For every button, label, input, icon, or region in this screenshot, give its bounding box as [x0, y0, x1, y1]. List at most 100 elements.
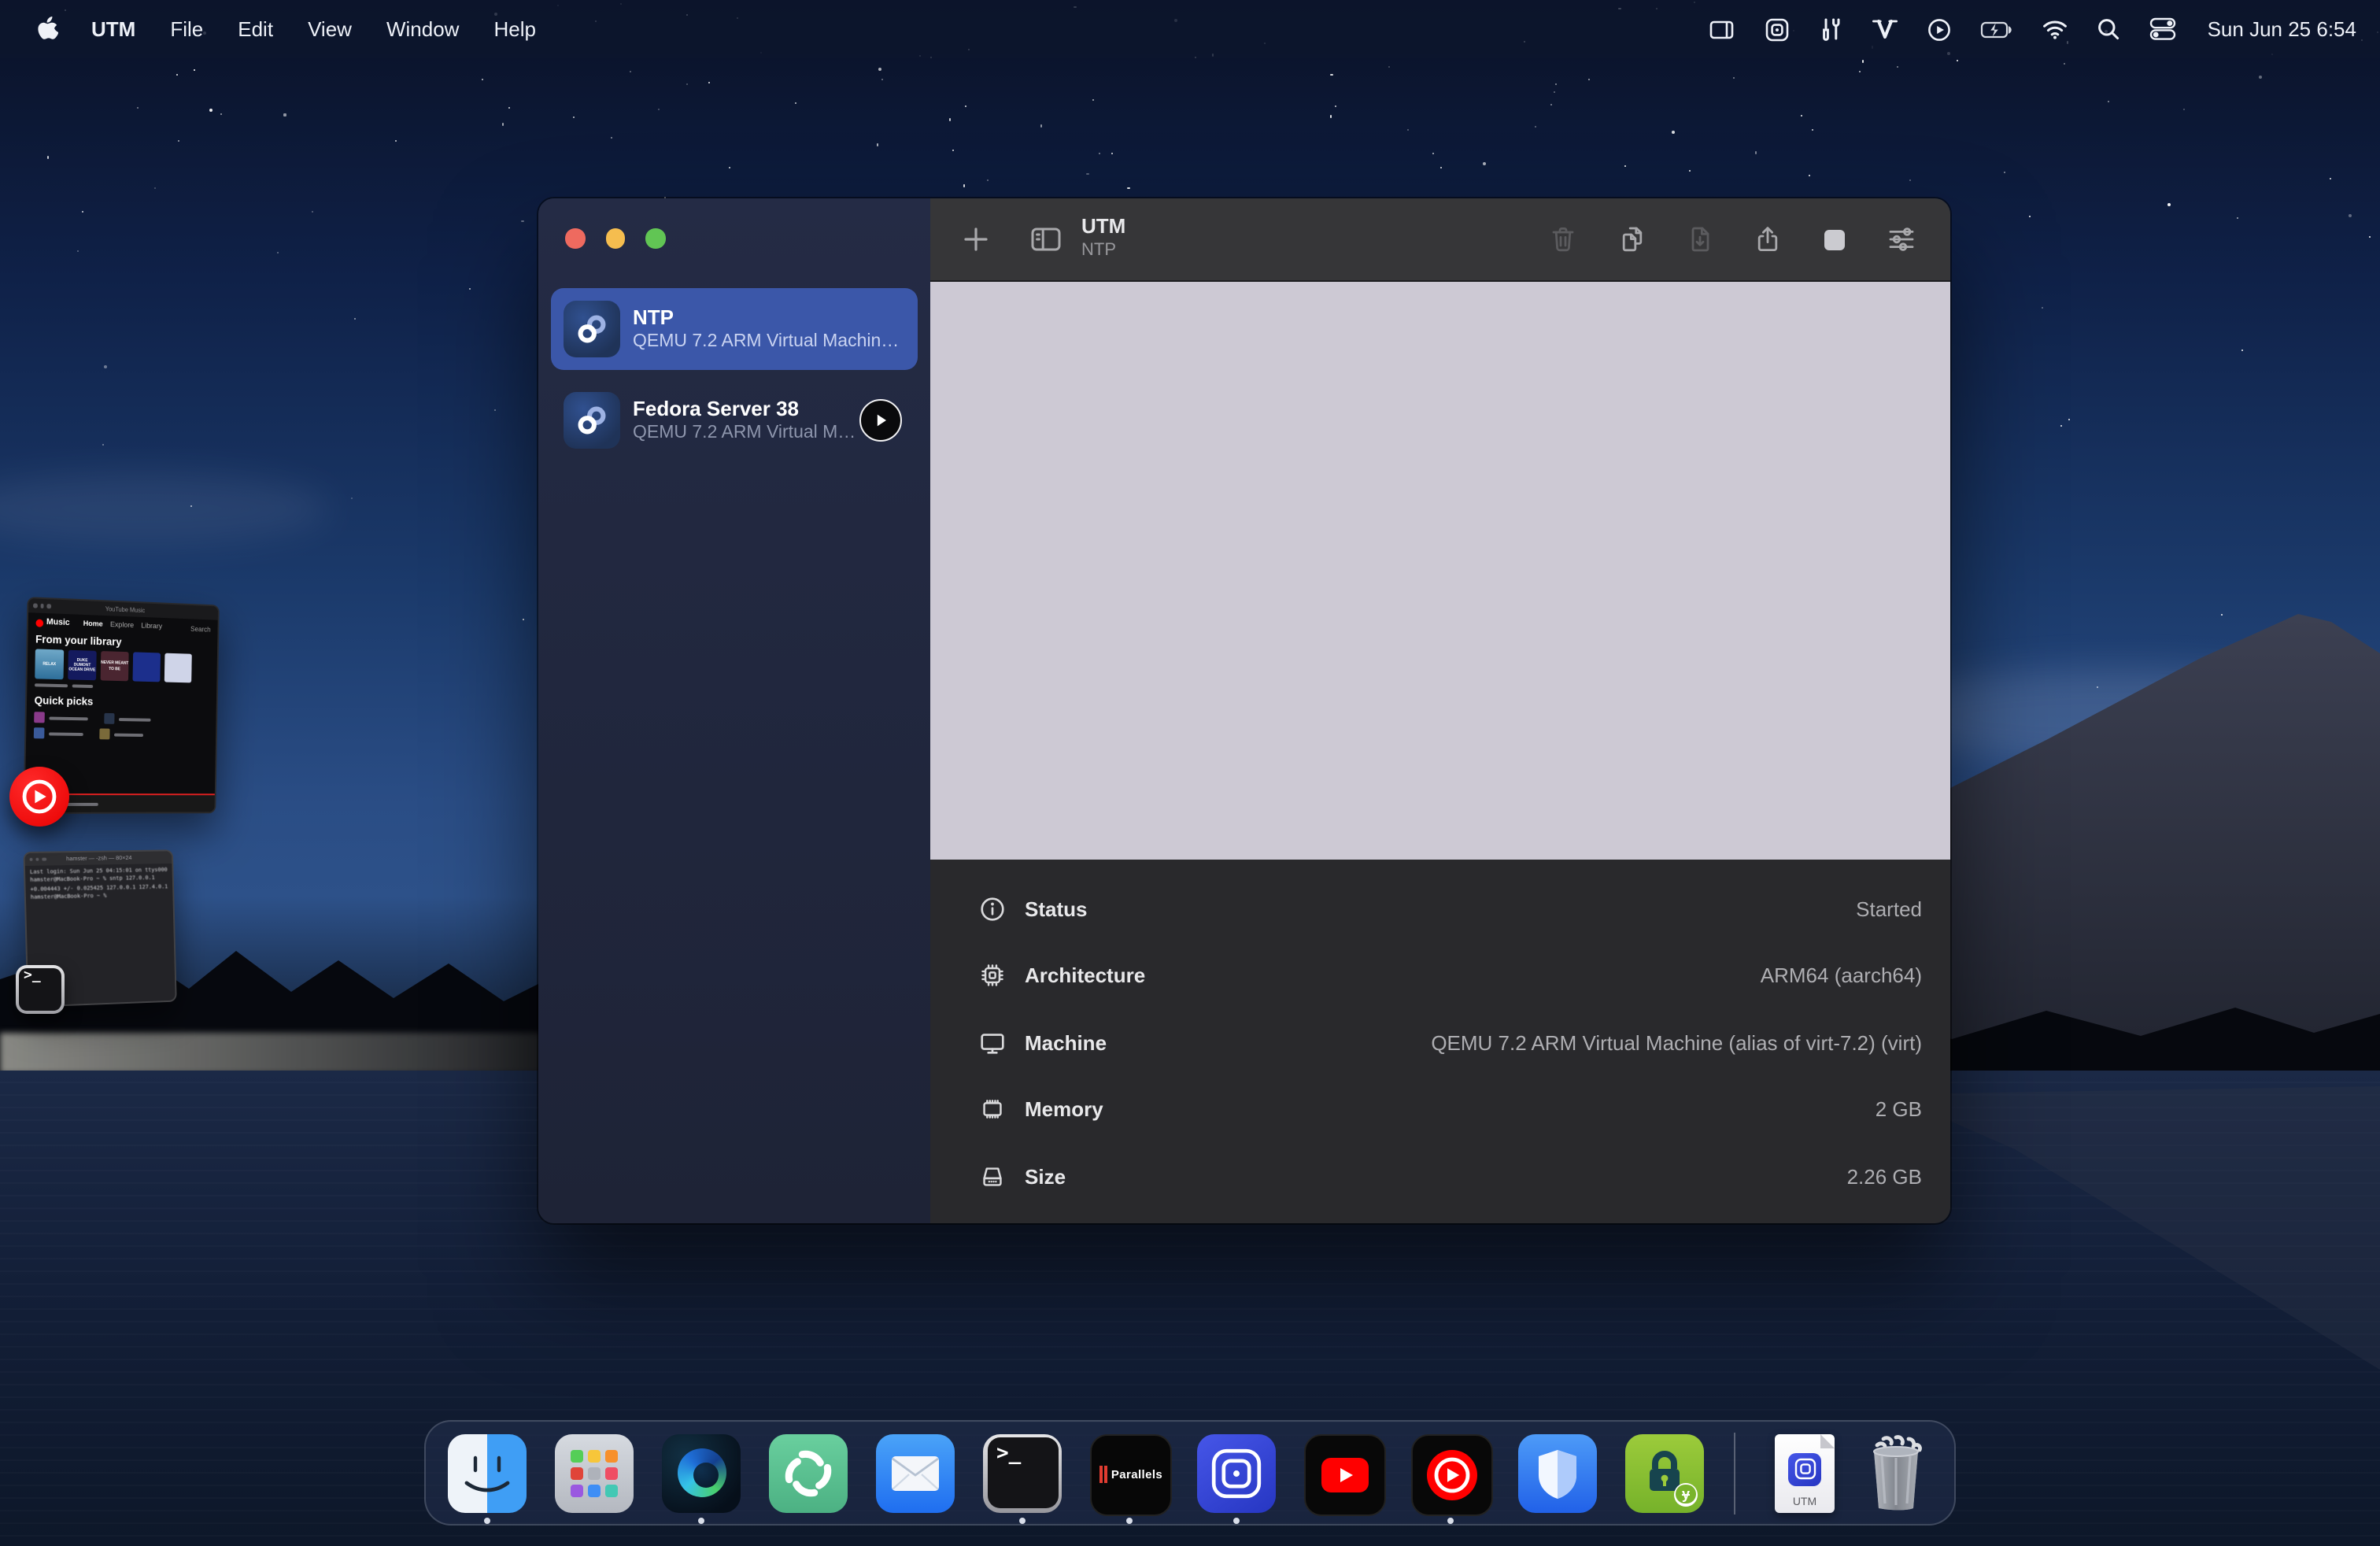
- menu-view[interactable]: View: [290, 0, 369, 58]
- v-app-status-icon[interactable]: [1858, 17, 1913, 41]
- lock-app-badge: y: [1674, 1482, 1698, 1506]
- menu-file[interactable]: File: [153, 0, 220, 58]
- detail-value: 2 GB: [1876, 1098, 1922, 1122]
- utm-window: NTP QEMU 7.2 ARM Virtual Machin… Fedora …: [538, 198, 1950, 1223]
- detail-row-status: Status Started: [976, 875, 1922, 942]
- fedora-logo-icon: [564, 392, 620, 449]
- menu-help[interactable]: Help: [476, 0, 553, 58]
- album-cover: [164, 653, 192, 683]
- info-icon: [976, 894, 1007, 924]
- dock-launchpad-icon[interactable]: [555, 1433, 634, 1512]
- play-circle-status-icon[interactable]: [1913, 17, 1967, 42]
- album-cover: DUKE DUMONT OCEAN DRIVE: [68, 650, 97, 681]
- youtube-music-badge-icon[interactable]: [9, 767, 69, 827]
- document-fold-corner: [1820, 1433, 1835, 1448]
- clone-vm-button[interactable]: [1604, 198, 1661, 280]
- vm-display-area[interactable]: [930, 282, 1950, 860]
- toggle-sidebar-button[interactable]: [1017, 198, 1074, 280]
- battery-charging-icon[interactable]: [1967, 20, 2028, 39]
- detail-label: Memory: [1025, 1098, 1103, 1122]
- dock-parallels-icon[interactable]: Parallels: [1090, 1433, 1169, 1512]
- start-vm-button[interactable]: [859, 399, 902, 442]
- edit-settings-button[interactable]: [1873, 198, 1930, 280]
- parallels-label: Parallels: [1111, 1467, 1162, 1481]
- menu-bar-clock[interactable]: Sun Jun 25 6:54: [2192, 17, 2380, 41]
- dock-utm-document-icon[interactable]: UTM: [1765, 1433, 1831, 1512]
- dock-finder-icon[interactable]: [448, 1433, 527, 1512]
- dock-youtube-icon[interactable]: [1304, 1433, 1383, 1512]
- vm-list-item-fedora-server-38[interactable]: Fedora Server 38 QEMU 7.2 ARM Virtual M…: [551, 379, 918, 461]
- dock-trash-icon[interactable]: [1860, 1433, 1932, 1512]
- utm-document-label: UTM: [1772, 1496, 1838, 1507]
- dock-microsoft-edge-icon[interactable]: [662, 1433, 741, 1512]
- youtube-music-logo: Music: [35, 618, 69, 629]
- dock-mail-icon[interactable]: [876, 1433, 955, 1512]
- dock-lock-key-app-icon[interactable]: y: [1625, 1433, 1704, 1512]
- tools-status-icon[interactable]: [1805, 17, 1858, 42]
- dock-element-icon[interactable]: [769, 1433, 848, 1512]
- dock-divider: [1734, 1432, 1735, 1514]
- menu-bar: UTM File Edit View Window Help: [0, 0, 2380, 58]
- spotlight-search-icon[interactable]: [2083, 17, 2135, 41]
- dock-shield-app-icon[interactable]: [1518, 1433, 1597, 1512]
- album-cover: NEVER MEANT TO BE: [101, 651, 129, 681]
- delete-vm-button[interactable]: [1535, 198, 1591, 280]
- apple-menu-icon[interactable]: [25, 16, 74, 43]
- screen: UTM File Edit View Window Help: [0, 0, 2380, 1546]
- running-indicator: [1019, 1517, 1026, 1523]
- detail-row-machine: Machine QEMU 7.2 ARM Virtual Machine (al…: [976, 1009, 1922, 1076]
- vm-name: NTP: [633, 305, 899, 331]
- zoom-button[interactable]: [645, 228, 665, 248]
- music-preview-traffic-lights: [33, 603, 50, 608]
- dock: >_ Parallels: [424, 1420, 1956, 1526]
- terminal-badge-icon[interactable]: >_: [16, 965, 65, 1014]
- vm-description: QEMU 7.2 ARM Virtual Machin…: [633, 331, 899, 353]
- close-button[interactable]: [565, 228, 585, 248]
- window-title-block: UTM NTP: [1081, 213, 1125, 261]
- vm-details-panel: Status Started Architecture ARM64 (aarch…: [930, 860, 1950, 1223]
- detail-label: Size: [1025, 1165, 1066, 1189]
- window-title: UTM: [1081, 213, 1125, 239]
- dock-youtube-music-icon[interactable]: [1411, 1433, 1490, 1512]
- share-button[interactable]: [1739, 198, 1796, 280]
- detail-label: Machine: [1025, 1031, 1107, 1055]
- detail-value: QEMU 7.2 ARM Virtual Machine (alias of v…: [1431, 1031, 1922, 1055]
- dock-terminal-icon[interactable]: >_: [983, 1433, 1062, 1512]
- menu-app-utm[interactable]: UTM: [74, 0, 153, 58]
- running-indicator: [1126, 1517, 1133, 1523]
- album-cover: [133, 652, 161, 682]
- disk-drive-icon: [976, 1162, 1007, 1192]
- music-search: Search: [190, 624, 211, 633]
- wifi-icon[interactable]: [2028, 19, 2083, 39]
- detail-row-architecture: Architecture ARM64 (aarch64): [976, 942, 1922, 1009]
- new-vm-button[interactable]: [948, 198, 1004, 280]
- move-vm-button[interactable]: [1672, 198, 1728, 280]
- vm-description: QEMU 7.2 ARM Virtual M…: [633, 422, 856, 444]
- dock-utm-icon[interactable]: [1197, 1433, 1276, 1512]
- vm-list: NTP QEMU 7.2 ARM Virtual Machin… Fedora …: [551, 288, 918, 461]
- detail-row-size: Size 2.26 GB: [976, 1143, 1922, 1210]
- vm-list-item-ntp[interactable]: NTP QEMU 7.2 ARM Virtual Machin…: [551, 288, 918, 370]
- menu-window[interactable]: Window: [369, 0, 477, 58]
- running-indicator: [484, 1517, 490, 1523]
- display-status-icon[interactable]: [1694, 18, 1751, 40]
- utm-status-icon[interactable]: [1751, 17, 1805, 42]
- music-preview-title: YouTube Music: [105, 605, 146, 614]
- running-indicator: [1233, 1517, 1240, 1523]
- detail-value: 2.26 GB: [1847, 1165, 1922, 1189]
- menu-edit[interactable]: Edit: [220, 0, 290, 58]
- parallels-bars: [1099, 1466, 1108, 1483]
- detail-label: Status: [1025, 897, 1087, 921]
- terminal-preview-traffic-lights: [30, 857, 46, 861]
- terminal-preview-title: hamster — -zsh — 80×24: [66, 855, 132, 862]
- music-album-row: RELAX DUKE DUMONT OCEAN DRIVE NEVER MEAN…: [28, 649, 217, 683]
- minimize-button[interactable]: [605, 228, 625, 248]
- detail-row-memory: Memory 2 GB: [976, 1076, 1922, 1143]
- stop-vm-button[interactable]: [1805, 198, 1862, 280]
- control-center-icon[interactable]: [2135, 17, 2192, 41]
- running-indicator: [1447, 1517, 1454, 1523]
- detail-value: ARM64 (aarch64): [1761, 964, 1922, 988]
- terminal-preview-text: Last login: Sun Jun 25 04:15:01 on ttys0…: [25, 864, 173, 906]
- running-indicator: [698, 1517, 704, 1523]
- window-subtitle: NTP: [1081, 239, 1125, 261]
